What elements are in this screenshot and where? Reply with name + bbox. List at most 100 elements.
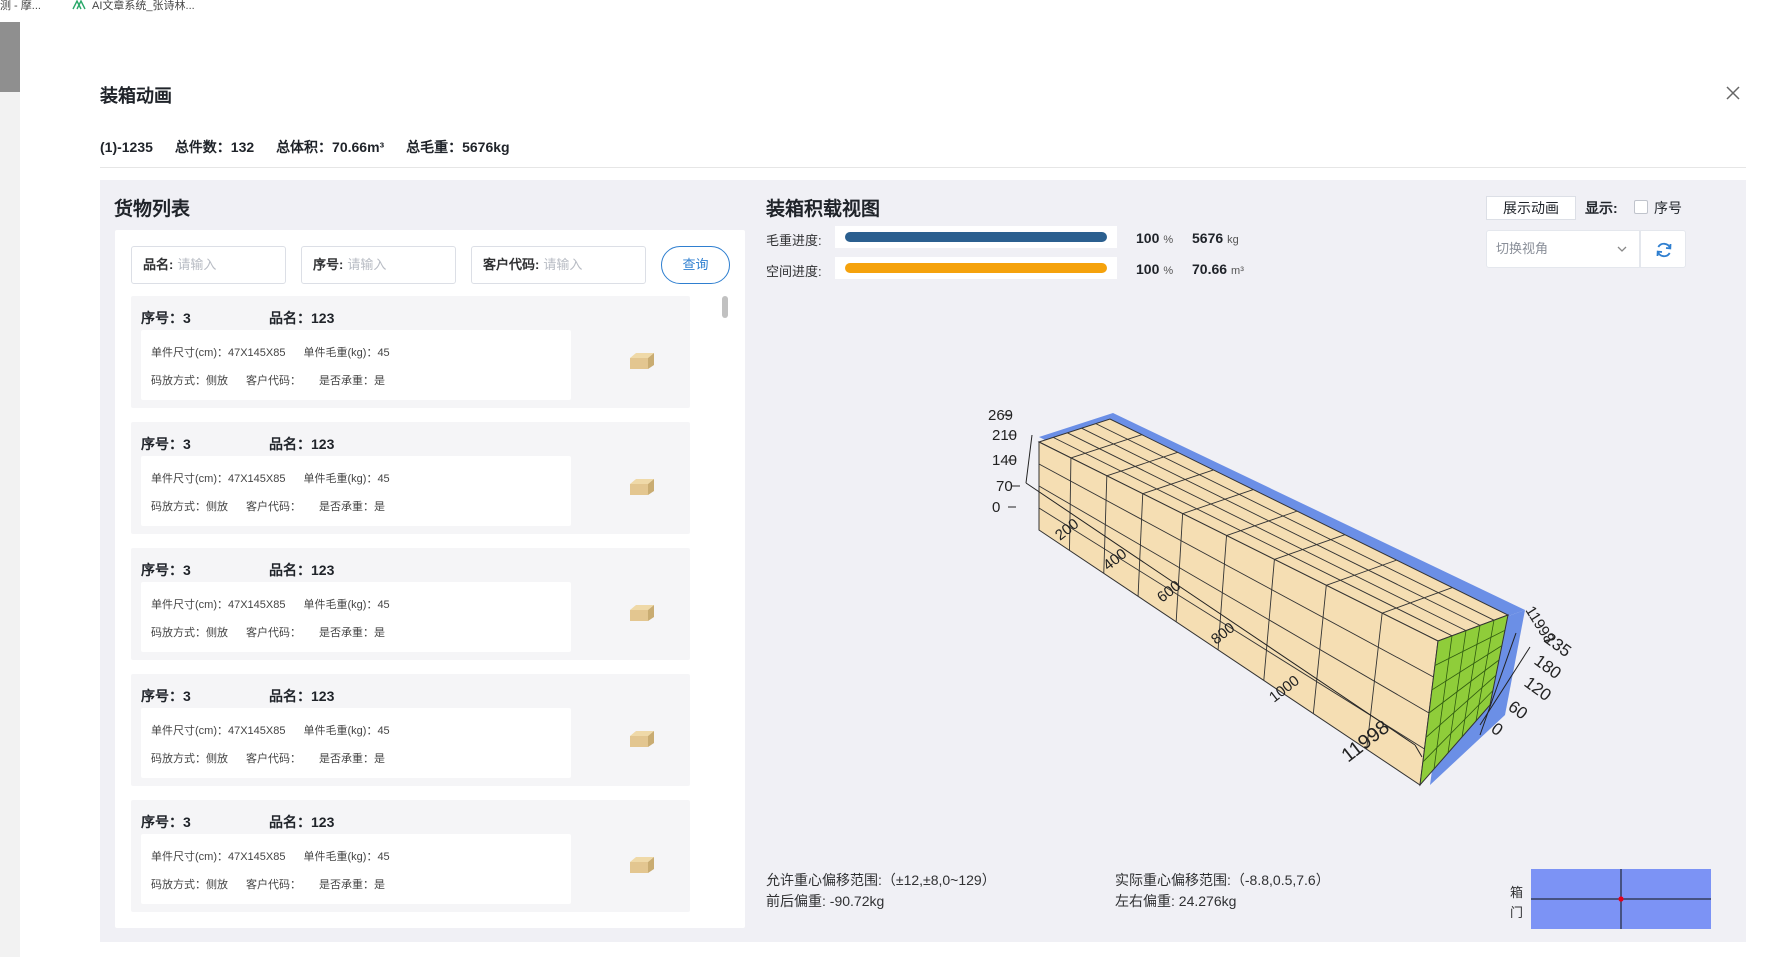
item-weight: 单件毛重(kg)：45 [303,599,390,611]
item-detail-row: 码放方式：侧放 客户代码： 是否承重：是 [151,498,385,514]
seq-checkbox-label: 序号 [1654,200,1682,216]
item-weight: 单件毛重(kg)：45 [303,347,390,359]
dialog-title: 装箱动画 [100,86,172,106]
cog-door-map [1531,869,1711,929]
goods-list-item[interactable]: 序号：3 品名：123 单件尺寸(cm)：47X145X85 单件毛重(kg)：45 码… [131,674,690,786]
item-placement: 码放方式：侧放 [151,627,228,639]
item-detail-row: 码放方式：侧放 客户代码： 是否承重：是 [151,876,385,892]
background-window-edge [0,22,20,957]
item-weight: 单件毛重(kg)：45 [303,851,390,863]
volume-progress-value: 70.66 m³ [1192,261,1244,277]
item-detail-row: 单件尺寸(cm)：47X145X85 单件毛重(kg)：45 [151,344,390,360]
seq-filter-label: 序号: [313,257,344,272]
total-volume: 总体积：70.66m³ [276,139,385,155]
total-weight: 总毛重：5676kg [406,139,510,155]
height-axis [1025,434,1033,484]
bookmark-bar: 测 - 摩... AI文章系统_张诗林... [0,0,1770,18]
close-icon[interactable] [1724,84,1742,102]
display-label: 显示: [1585,200,1618,216]
item-detail-row: 码放方式：侧放 客户代码： 是否承重：是 [151,624,385,640]
customer-filter-placeholder: 请输入 [543,257,583,272]
goods-list-item[interactable]: 序号：3 品名：123 单件尺寸(cm)：47X145X85 单件毛重(kg)：45 码… [131,296,690,408]
list-scrollbar[interactable] [721,296,729,910]
total-count: 总件数：132 [174,139,255,155]
refresh-button[interactable] [1640,230,1686,268]
show-animation-button[interactable]: 展示动画 [1486,196,1576,220]
allowed-cog-range: 允许重心偏移范围:（±12,±8,0~129） [766,872,996,888]
item-weight: 单件毛重(kg)：45 [303,725,390,737]
item-placement: 码放方式：侧放 [151,501,228,513]
name-filter-input[interactable]: 品名: 请输入 [131,246,286,284]
list-scrollbar-thumb[interactable] [722,296,728,318]
item-name: 品名：123 [269,688,335,704]
item-size: 单件尺寸(cm)：47X145X85 [151,347,286,359]
bookmark-label: AI文章系统_张诗林... [92,0,195,12]
item-name: 品名：123 [269,436,335,452]
weight-progress-value: 5676 kg [1192,230,1239,246]
box-icon [630,353,654,369]
bookmark-item[interactable]: 测 - 摩... [0,0,41,12]
item-detail: 单件尺寸(cm)：47X145X85 单件毛重(kg)：45 码放方式：侧放 客户代码… [141,708,571,778]
item-bearing: 是否承重：是 [319,375,385,387]
cog-point [1618,896,1624,902]
item-detail-row: 码放方式：侧放 客户代码： 是否承重：是 [151,750,385,766]
height-tick-label: 70 [996,478,1013,495]
item-detail: 单件尺寸(cm)：47X145X85 单件毛重(kg)：45 码放方式：侧放 客户代码… [141,582,571,652]
goods-list-item[interactable]: 序号：3 品名：123 单件尺寸(cm)：47X145X85 单件毛重(kg)：45 码… [131,548,690,660]
divider [100,167,1746,168]
item-seq: 序号：3 [141,688,191,704]
item-name: 品名：123 [269,310,335,326]
height-tick-label: 0 [992,499,1000,516]
width-end-label: 11998 [1522,603,1558,646]
container-3d-view[interactable]: 269210140700200400600800100011998 0601201… [960,405,1580,845]
goods-list-title: 货物列表 [114,199,191,220]
item-placement: 码放方式：侧放 [151,375,228,387]
height-tick-label: 269 [988,407,1013,424]
door-label: 箱 [1510,885,1524,900]
item-size: 单件尺寸(cm)：47X145X85 [151,851,286,863]
item-seq: 序号：3 [141,310,191,326]
box-icon [630,605,654,621]
left-right-offset: 左右偏重: 24.276kg [1115,893,1237,909]
volume-progress-fill [845,263,1107,273]
customer-filter-input[interactable]: 客户代码: 请输入 [471,246,646,284]
name-filter-label: 品名: [143,257,174,272]
height-tick-label: 210 [992,427,1017,444]
item-customer: 客户代码： [246,501,301,513]
item-placement: 码放方式：侧放 [151,879,228,891]
door-label: 门 [1510,905,1524,920]
item-seq: 序号：3 [141,562,191,578]
item-seq: 序号：3 [141,814,191,830]
item-bearing: 是否承重：是 [319,627,385,639]
box-icon [630,857,654,873]
item-name: 品名：123 [269,814,335,830]
seq-checkbox[interactable] [1634,200,1648,214]
item-seq: 序号：3 [141,436,191,452]
weight-progress-fill [845,232,1107,242]
bookmark-item[interactable]: AI文章系统_张诗林... [72,0,195,12]
weight-progress-percent: 100% [1136,230,1174,246]
view-angle-select[interactable]: 切换视角 [1486,230,1640,268]
item-detail-row: 单件尺寸(cm)：47X145X85 单件毛重(kg)：45 [151,596,390,612]
item-detail-row: 码放方式：侧放 客户代码： 是否承重：是 [151,372,385,388]
seq-filter-input[interactable]: 序号: 请输入 [301,246,456,284]
item-detail: 单件尺寸(cm)：47X145X85 单件毛重(kg)：45 码放方式：侧放 客户代码… [141,834,571,904]
actual-cog-range: 实际重心偏移范围:（-8.8,0.5,7.6） [1115,872,1330,888]
item-bearing: 是否承重：是 [319,501,385,513]
customer-filter-label: 客户代码: [483,257,540,272]
goods-list-item[interactable]: 序号：3 品名：123 单件尺寸(cm)：47X145X85 单件毛重(kg)：45 码… [131,800,690,912]
volume-progress-percent: 100% [1136,261,1174,277]
width-tick-label: 60 [1505,697,1531,723]
name-filter-placeholder: 请输入 [177,257,217,272]
bookmark-logo-icon [72,0,86,10]
item-customer: 客户代码： [246,879,301,891]
goods-list-item[interactable]: 序号：3 品名：123 单件尺寸(cm)：47X145X85 单件毛重(kg)：45 码… [131,422,690,534]
query-button[interactable]: 查询 [661,246,730,284]
item-detail-row: 单件尺寸(cm)：47X145X85 单件毛重(kg)：45 [151,848,390,864]
item-bearing: 是否承重：是 [319,879,385,891]
view-angle-placeholder: 切换视角 [1496,241,1549,256]
seq-filter-placeholder: 请输入 [347,257,387,272]
item-detail-row: 单件尺寸(cm)：47X145X85 单件毛重(kg)：45 [151,470,390,486]
view-title: 装箱积载视图 [766,199,881,220]
item-size: 单件尺寸(cm)：47X145X85 [151,473,286,485]
